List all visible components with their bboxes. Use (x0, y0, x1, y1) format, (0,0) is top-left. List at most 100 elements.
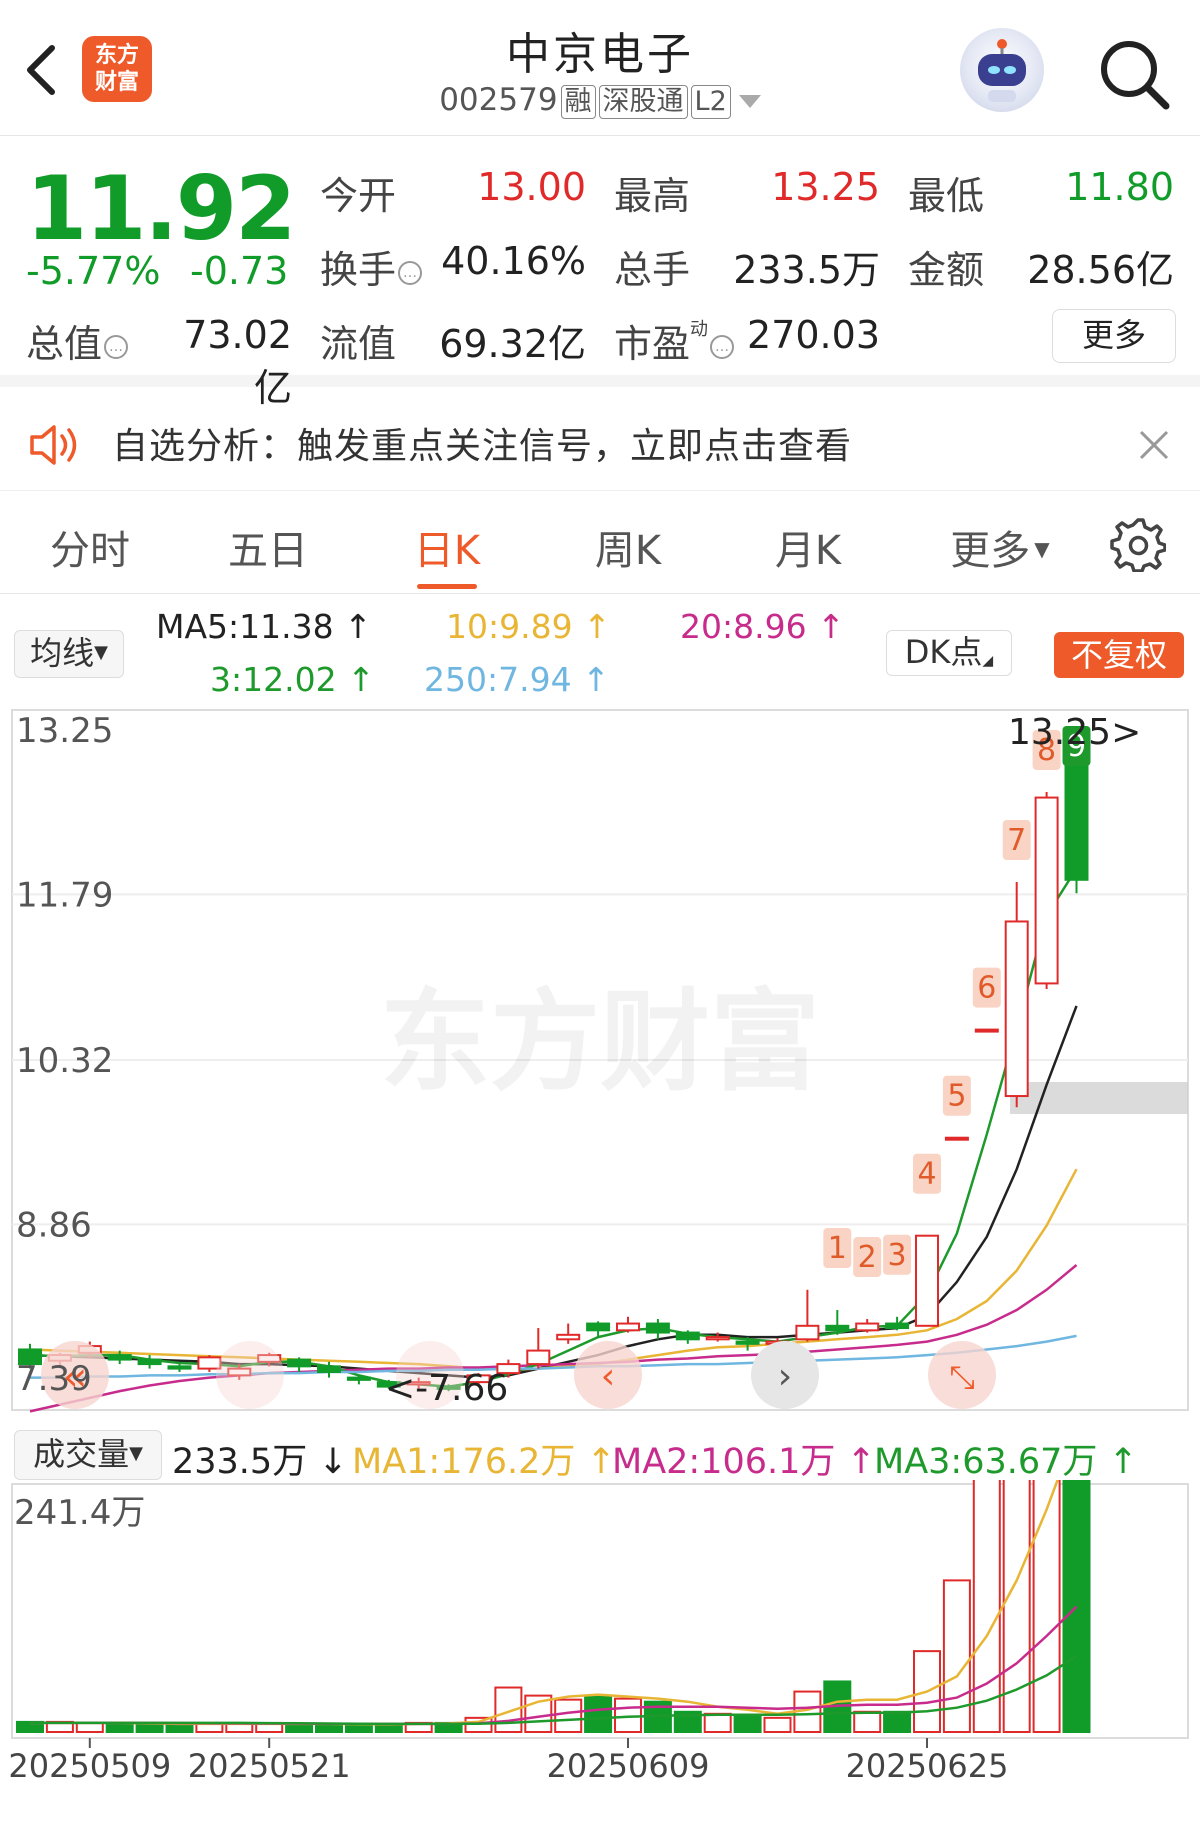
float-cap-label: 流值 (320, 322, 397, 366)
volume-bar (75, 1721, 104, 1733)
candle (944, 1136, 969, 1141)
search-icon[interactable] (1096, 36, 1172, 112)
candle-body (1034, 796, 1059, 985)
volume-value: 233.5万 ↓ (172, 1442, 348, 1482)
candle-body (167, 1365, 192, 1370)
quote-panel: 11.92 -5.77% -0.73 今开 13.00 最高 13.25 最低 … (0, 137, 1200, 410)
caret-down-icon[interactable] (738, 95, 761, 108)
alert-banner[interactable]: 自选分析：触发重点关注信号，立即点击查看 (0, 399, 1200, 491)
volume-ma2-text: MA2:106.1万 (612, 1442, 836, 1482)
blank-nav-dot (216, 1341, 284, 1409)
indicator-selector[interactable]: 均线▼ (14, 630, 124, 678)
chevron-right-icon: › (778, 1356, 792, 1397)
kline-chart[interactable]: 东方财富 1 2 345678 9 « ‹ › ⤡ 13.2511.7910.328.… (0, 700, 1200, 1420)
date-tick-label: 20250509 (8, 1747, 171, 1780)
signal-number: 6 (977, 971, 996, 1006)
ma5-text: MA5:11.38 (156, 607, 334, 646)
chevron-left-icon[interactable] (22, 40, 62, 100)
candle-body (885, 1322, 910, 1330)
dk-point-button[interactable]: DK点◢ (886, 630, 1012, 676)
volume-bar (733, 1714, 762, 1733)
high-label: 最高 (614, 174, 691, 218)
amount-value: 28.56亿 (1027, 248, 1174, 292)
shenzhen-connect-tag: 深股通 (598, 85, 688, 119)
dk-point-label: DK点 (904, 633, 983, 671)
tab-weekly-k[interactable]: 周K (578, 518, 678, 576)
stock-code-line[interactable]: 002579 融深股通 L2 (360, 82, 840, 119)
price-tick-label: 7.39 (16, 1359, 92, 1399)
close-icon[interactable] (1138, 429, 1170, 461)
tab-more-label: 更多 (950, 528, 1031, 574)
candle-body (645, 1322, 670, 1334)
pe-label-text: 市盈 (614, 322, 691, 366)
market-cap-value: 73.02亿 (183, 313, 292, 410)
turnover-value: 40.16% (441, 239, 586, 283)
candle-body (705, 1336, 730, 1341)
pe-label: 市盈动… (614, 313, 735, 368)
info-icon[interactable]: … (104, 335, 129, 359)
ma3-value: 3:12.02 ↑ (210, 660, 375, 699)
logo-line-1: 东方 (94, 43, 139, 68)
no-adjust-button[interactable]: 不复权 (1054, 632, 1184, 678)
stock-code: 002579 (439, 82, 558, 118)
candle-body (915, 1234, 939, 1327)
candle-body (795, 1324, 820, 1341)
banner-message[interactable]: 自选分析：触发重点关注信号，立即点击查看 (112, 417, 852, 469)
open-value: 13.00 (477, 165, 586, 209)
tab-more[interactable]: 更多 ▼ (940, 518, 1060, 576)
volume-label: 总手 (614, 248, 691, 292)
turnover-label-text: 换手 (320, 248, 397, 292)
candle-body (974, 1028, 999, 1033)
signal-number: 5 (947, 1079, 966, 1114)
tab-monthly-k[interactable]: 月K (758, 518, 858, 576)
turnover-label: 换手… (320, 239, 423, 294)
price-tick-label: 11.79 (16, 875, 113, 915)
volume-bar (763, 1716, 792, 1733)
candle-body (317, 1365, 341, 1373)
candle-body (287, 1358, 312, 1368)
candle-body (586, 1322, 611, 1332)
signal-number: 2 (858, 1240, 877, 1275)
market-cap-label-text: 总值 (26, 322, 103, 366)
chevron-left-icon: ‹ (601, 1356, 615, 1397)
float-cap-value: 69.32亿 (439, 322, 586, 366)
price-tick-label: 10.32 (16, 1041, 113, 1081)
signal-number: 4 (917, 1157, 936, 1192)
info-icon[interactable]: … (710, 335, 735, 359)
candle-body (1064, 757, 1089, 881)
volume-chart[interactable]: 241.4万 20250509 20250521 20250609 20250625 (0, 1480, 1200, 1780)
tab-daily-k[interactable]: 日K (397, 518, 497, 576)
candle-body (616, 1322, 640, 1332)
period-tabs: 分时 五日 日K 周K 月K 更多 ▼ (0, 492, 1200, 594)
volume-ma3: MA3:63.67万 ↑ (874, 1442, 1138, 1482)
volume-bar (972, 1480, 1001, 1733)
candle-body (944, 1136, 969, 1141)
candle-body (526, 1349, 551, 1366)
volume-selector-label: 成交量 (33, 1435, 130, 1473)
candle (915, 1234, 939, 1327)
ma250-text: 250:7.94 (424, 660, 572, 699)
more-quote-button[interactable]: 更多 (1052, 309, 1176, 363)
gear-icon[interactable] (1110, 516, 1166, 572)
info-icon[interactable]: … (398, 261, 423, 285)
change-amount: -0.73 (190, 249, 289, 293)
low-value: 11.80 (1065, 165, 1174, 209)
candle-body (107, 1354, 132, 1361)
robot-avatar-icon[interactable] (960, 28, 1044, 112)
ma3-text: 3:12.02 (210, 660, 337, 699)
eastmoney-logo[interactable]: 东方 财富 (82, 36, 152, 102)
volume-value: 233.5万 (733, 248, 880, 292)
volume-bar (344, 1723, 373, 1733)
ma10-text: 10:9.89 (446, 607, 573, 646)
signal-number: 1 (828, 1231, 847, 1266)
caret-down-icon: ▼ (94, 642, 108, 663)
volume-ma3-text: MA3:63.67万 (874, 1442, 1098, 1482)
candle-body (825, 1324, 850, 1332)
tab-intraday[interactable]: 分时 (40, 518, 140, 576)
volume-indicator-selector[interactable]: 成交量▼ (14, 1430, 162, 1480)
candle-body (137, 1358, 162, 1366)
l2-tag: L2 (690, 85, 731, 119)
tab-five-day[interactable]: 五日 (218, 518, 318, 576)
corner-caret-icon: ◢ (982, 653, 994, 669)
volume-bar (853, 1710, 882, 1734)
